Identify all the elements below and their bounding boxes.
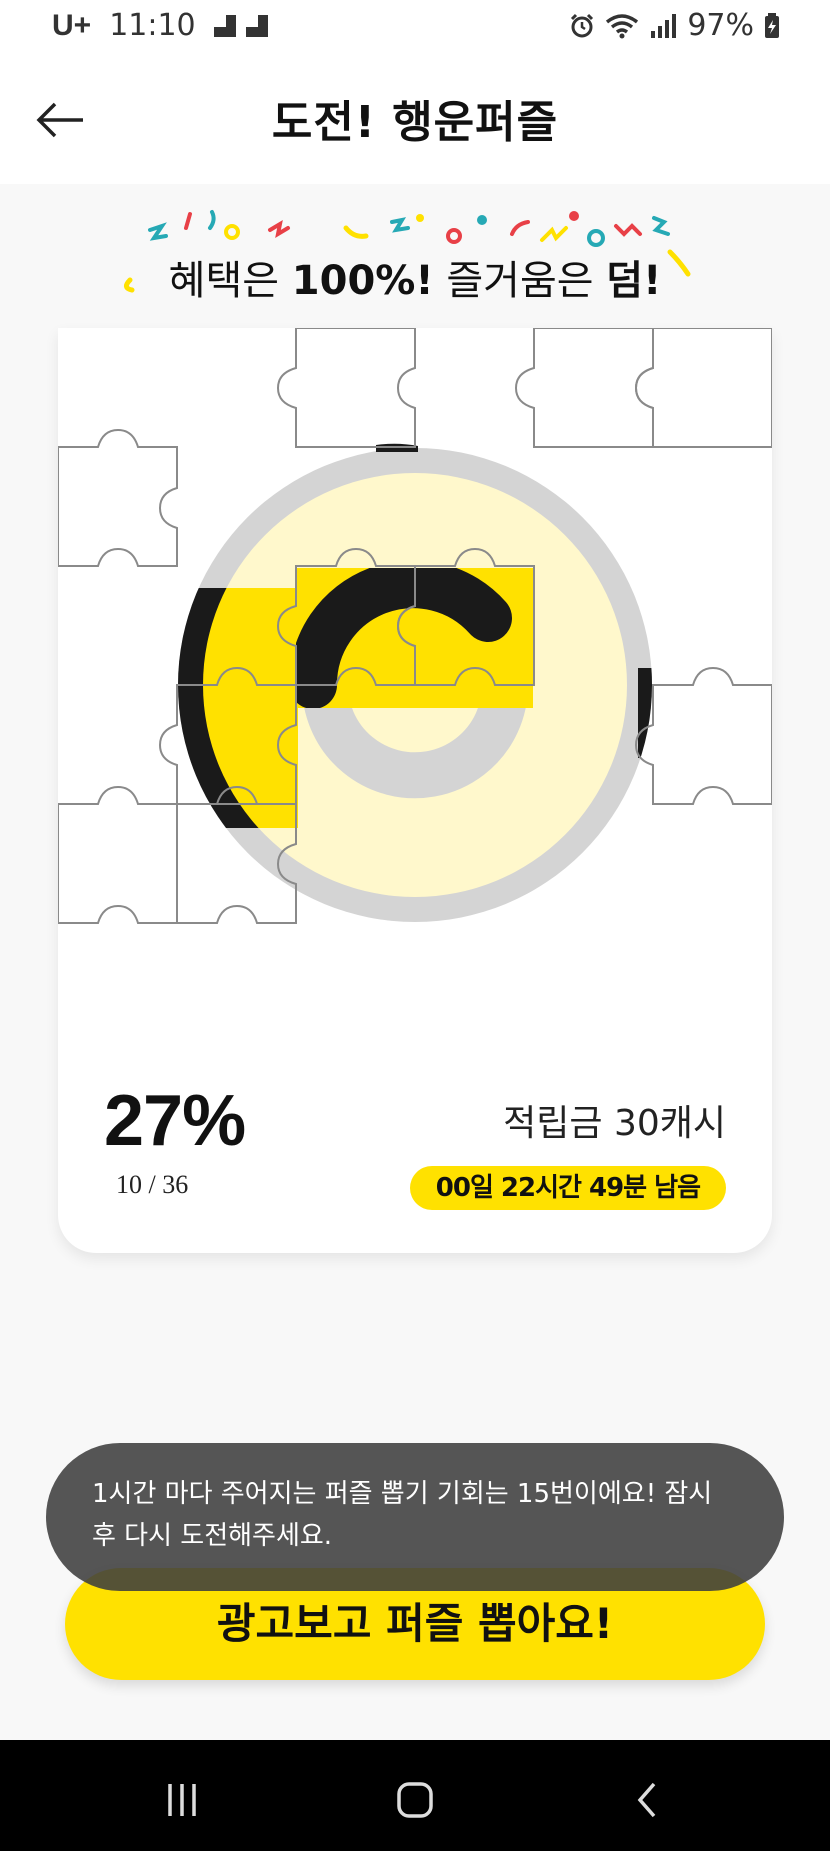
progress-count: 10 / 36 xyxy=(116,1170,189,1199)
signal-icon xyxy=(651,13,677,38)
status-left: U+ 11:10 xyxy=(52,8,268,43)
recent-apps-button[interactable] xyxy=(142,1770,222,1830)
puzzle-piece xyxy=(276,328,416,448)
battery-charging-icon xyxy=(765,12,779,38)
puzzle-piece xyxy=(634,666,772,805)
system-back-button[interactable] xyxy=(608,1770,688,1830)
promo-banner: 혜택은 100%! 즐거움은 덤! xyxy=(120,200,710,310)
puzzle-piece xyxy=(58,428,178,567)
home-icon xyxy=(397,1782,433,1818)
recent-apps-icon xyxy=(168,1784,196,1816)
banner-highlight-bonus: 덤! xyxy=(606,258,662,304)
back-icon xyxy=(637,1782,656,1818)
status-bar: U+ 11:10 97% xyxy=(0,0,830,56)
notification-icon xyxy=(245,14,268,37)
battery-level: 97% xyxy=(687,8,754,43)
banner-highlight-percent: 100%! xyxy=(291,258,434,304)
notification-icon xyxy=(213,14,236,37)
app-header: 도전! 행운퍼즐 xyxy=(0,56,830,184)
carrier-label: U+ xyxy=(52,8,92,42)
alarm-icon xyxy=(571,13,594,37)
home-button[interactable] xyxy=(375,1770,455,1830)
progress-percent: 27% xyxy=(104,1081,246,1161)
notification-icons xyxy=(213,14,268,37)
reward-label: 적립금 30캐시 xyxy=(503,1103,726,1144)
puzzle-board[interactable] xyxy=(58,328,772,928)
banner-text-middle: 즐거움은 xyxy=(433,258,607,304)
toast-message: 1시간 마다 주어지는 퍼즐 뽑기 기회는 15번이에요! 잠시 후 다시 도전… xyxy=(46,1443,784,1591)
puzzle-piece xyxy=(514,328,654,448)
banner-text: 혜택은 100%! 즐거움은 덤! xyxy=(120,248,710,306)
puzzle-card: 27% 10 / 36 적립금 30캐시 00일 22시간 49분 남음 xyxy=(58,328,772,1253)
clock: 11:10 xyxy=(109,8,196,43)
wifi-icon xyxy=(606,13,639,38)
puzzle-piece xyxy=(634,328,772,448)
status-right: 97% xyxy=(569,8,780,43)
page-title: 도전! 행운퍼즐 xyxy=(271,97,559,148)
time-left-badge: 00일 22시간 49분 남음 xyxy=(409,1166,726,1210)
banner-text-prefix: 혜택은 xyxy=(168,258,292,304)
system-nav-bar xyxy=(0,1740,830,1851)
puzzle-piece xyxy=(58,785,178,924)
